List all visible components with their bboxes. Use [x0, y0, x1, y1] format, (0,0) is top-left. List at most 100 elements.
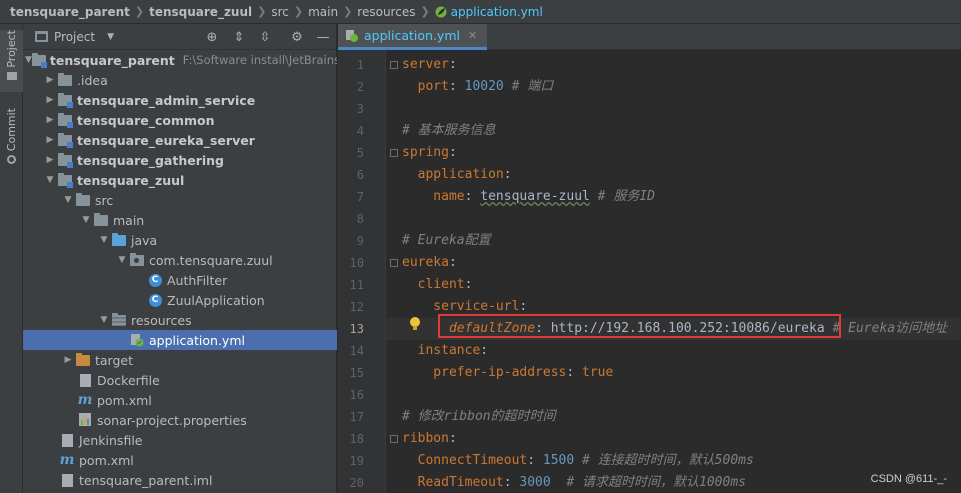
yaml-key: server: [402, 57, 449, 72]
project-view-selector[interactable]: Project ▼: [35, 30, 114, 44]
tree-item[interactable]: Jenkinsfile: [23, 430, 337, 450]
tree-item[interactable]: ▶ .idea: [23, 70, 337, 90]
tree-item-label: tensquare_gathering: [77, 152, 224, 168]
yaml-value: true: [582, 365, 614, 380]
spring-leaf-icon: [435, 6, 447, 17]
tree-item[interactable]: sonar-project.properties: [23, 410, 337, 430]
line-number: 1: [356, 58, 364, 72]
code-line: eureka:: [402, 252, 457, 274]
yaml-key: client: [402, 277, 465, 292]
line-number-gutter: 1 2 3 4 5 6 7 8 9 10 11 12 13 14 15 16 17 18 19 20: [338, 50, 386, 493]
tab-application-yml[interactable]: application.yml ✕: [338, 24, 488, 50]
settings-button[interactable]: ⚙: [288, 28, 306, 46]
yaml-separator: :: [527, 453, 543, 468]
tree-item[interactable]: ▶ tensquare_gathering: [23, 150, 337, 170]
tree-item[interactable]: C ZuulApplication: [23, 290, 337, 310]
line-number: 10: [349, 256, 364, 270]
chevron-right-icon: ❯: [343, 5, 353, 18]
tree-item[interactable]: C AuthFilter: [23, 270, 337, 290]
chevron-down-icon: ▼: [64, 195, 72, 205]
locate-file-button[interactable]: ⊕: [203, 28, 221, 46]
yaml-key: instance: [402, 343, 481, 358]
tool-window-strip: Project Commit: [0, 24, 23, 493]
fold-marker-icon[interactable]: [390, 435, 398, 443]
yaml-separator: :: [448, 57, 457, 72]
collapse-all-button[interactable]: ⇳: [256, 28, 274, 46]
yaml-key: ribbon: [402, 431, 449, 446]
breadcrumb-item[interactable]: tensquare_parent: [10, 5, 130, 19]
expand-all-icon: ⇕: [233, 29, 245, 45]
yaml-separator: :: [448, 255, 457, 270]
minimize-icon: —: [316, 29, 330, 45]
tree-item[interactable]: ▶ tensquare_eureka_server: [23, 130, 337, 150]
code-line: # 修改ribbon的超时时间: [402, 406, 556, 428]
gear-icon: ⚙: [291, 29, 303, 45]
breadcrumb-item[interactable]: resources: [357, 5, 415, 19]
tree-item[interactable]: ▼ src: [23, 190, 337, 210]
tree-item[interactable]: ▶ tensquare_common: [23, 110, 337, 130]
code-line: instance:: [402, 340, 488, 362]
yaml-comment: # 基本服务信息: [402, 123, 496, 138]
yaml-key: eureka: [402, 255, 449, 270]
fold-marker-icon[interactable]: [390, 149, 398, 157]
commit-tool-tab[interactable]: Commit: [0, 108, 23, 168]
source-folder-icon: [111, 232, 127, 247]
breadcrumb-item[interactable]: application.yml: [451, 5, 543, 19]
fold-marker-icon[interactable]: [390, 259, 398, 267]
code-area[interactable]: 1 2 3 4 5 6 7 8 9 10 11 12 13 14 15 16 17 18 19 20 server: …: [338, 50, 961, 493]
editor-tab-bar: application.yml ✕: [338, 24, 961, 50]
breadcrumb-item[interactable]: main: [308, 5, 338, 19]
yaml-file-icon: [129, 333, 145, 347]
chevron-right-icon: ▶: [64, 355, 72, 365]
yaml-separator: :: [480, 343, 489, 358]
yaml-key: application: [402, 167, 504, 182]
expand-all-button[interactable]: ⇕: [230, 28, 248, 46]
tab-label: application.yml: [364, 28, 460, 43]
tree-item[interactable]: ▼ main: [23, 210, 337, 230]
tree-item[interactable]: tensquare_parent.iml: [23, 470, 337, 490]
tree-item[interactable]: ▼ java: [23, 230, 337, 250]
code-line: # Eureka配置: [402, 230, 491, 252]
line-number: 6: [356, 168, 364, 182]
project-panel-header: Project ▼ ⊕ ⇕ ⇳ ⚙ —: [23, 24, 336, 50]
yaml-key: spring: [402, 145, 449, 160]
chevron-right-icon: ❯: [257, 5, 267, 18]
tree-item-label: src: [95, 192, 114, 208]
folder-icon: [6, 71, 17, 80]
lightbulb-icon[interactable]: [409, 316, 421, 332]
yaml-comment: # 连接超时时间，默认500ms: [574, 453, 754, 468]
tree-item[interactable]: m pom.xml: [23, 450, 337, 470]
project-tool-tab[interactable]: Project: [0, 30, 23, 92]
hide-panel-button[interactable]: —: [314, 28, 332, 46]
breadcrumb-item[interactable]: tensquare_zuul: [149, 5, 252, 19]
yaml-comment: # 服务ID: [589, 189, 655, 204]
tree-item[interactable]: Dockerfile: [23, 370, 337, 390]
commit-tool-label: Commit: [5, 108, 18, 152]
module-file-icon: [59, 473, 75, 487]
tree-item[interactable]: ▼ tensquare_zuul: [23, 170, 337, 190]
chevron-right-icon: ▶: [46, 95, 54, 105]
tree-item-selected[interactable]: application.yml: [23, 330, 337, 350]
tree-item[interactable]: ▼ tensquare_parent F:\Software install\J…: [23, 50, 337, 70]
code-line: ConnectTimeout: 1500 # 连接超时时间，默认500ms: [402, 450, 754, 472]
yaml-separator: :: [503, 167, 512, 182]
tree-item[interactable]: ▶ target: [23, 350, 337, 370]
dropdown-arrow-icon: ▼: [107, 31, 114, 42]
code-line: ReadTimeout: 3000 # 请求超时时间，默认1000ms: [402, 472, 746, 493]
folder-icon: [75, 192, 91, 207]
breadcrumb-item[interactable]: src: [271, 5, 289, 19]
folder-icon: [57, 72, 73, 87]
chevron-down-icon: ▼: [82, 215, 90, 225]
yaml-key: prefer-ip-address: [402, 365, 567, 380]
tree-item-label: tensquare_admin_service: [77, 92, 256, 108]
close-icon[interactable]: ✕: [468, 29, 477, 42]
yaml-comment: # 端口: [503, 79, 554, 94]
tree-item[interactable]: m pom.xml: [23, 390, 337, 410]
tree-item-label: ZuulApplication: [167, 292, 265, 308]
line-number: 17: [349, 410, 364, 424]
fold-marker-icon[interactable]: [390, 61, 398, 69]
line-number: 12: [349, 300, 364, 314]
tree-item[interactable]: ▼ resources: [23, 310, 337, 330]
tree-item[interactable]: ▼ com.tensquare.zuul: [23, 250, 337, 270]
tree-item[interactable]: ▶ tensquare_admin_service: [23, 90, 337, 110]
